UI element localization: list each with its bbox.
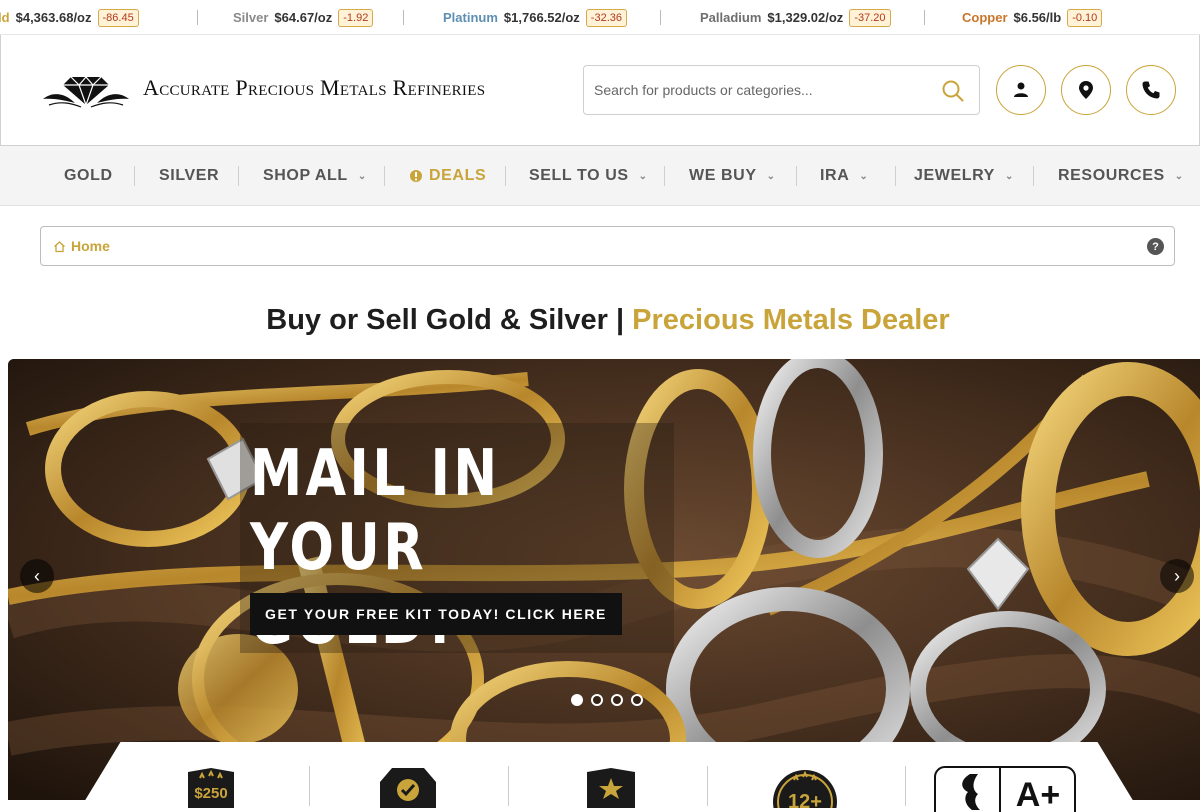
nav-divider — [134, 166, 135, 186]
ticker-divider — [403, 10, 404, 25]
carousel-dot-2[interactable] — [591, 694, 603, 706]
chevron-down-icon: ⌄ — [859, 170, 869, 182]
chevron-down-icon: ⌄ — [638, 170, 648, 182]
nav-divider — [384, 166, 385, 186]
nav-item-label: WE BUY — [689, 167, 757, 184]
years-badge-icon: 12+ — [773, 770, 837, 808]
page-title-accent: Precious Metals Dealer — [632, 304, 950, 336]
ticker-price: $1,329.02/oz — [767, 10, 844, 25]
chevron-down-icon: ⌄ — [766, 170, 776, 182]
carousel-prev-arrow-icon[interactable]: ‹ — [20, 559, 54, 593]
ticker-price: $64.67/oz — [274, 10, 333, 25]
ticker-item-gold[interactable]: Gold $4,363.68/oz -86.45 — [0, 0, 139, 34]
nav-item-label: JEWELRY — [914, 167, 995, 184]
hero-carousel[interactable]: MAIL IN YOUR GOLD! GET YOUR FREE KIT TOD… — [8, 359, 1200, 800]
phone-button[interactable] — [1126, 65, 1176, 115]
carousel-next-arrow-icon[interactable]: › — [1160, 559, 1194, 593]
bbb-rating-icon: A+ — [934, 766, 1076, 812]
page-title-separator: | — [615, 304, 625, 336]
nav-item-label: RESOURCES — [1058, 167, 1165, 184]
nav-item-we-buy[interactable]: WE BUY ⌄ — [689, 146, 776, 206]
trust-badges-strip: $250 12+ A+ — [78, 742, 1140, 812]
ticker-change-badge: -32.36 — [585, 8, 627, 27]
diamond-logo-icon[interactable] — [41, 71, 131, 111]
site-header: Accurate Precious Metals Refineries — [0, 35, 1200, 146]
breadcrumb: Home ? — [40, 226, 1175, 266]
account-button[interactable] — [996, 65, 1046, 115]
chevron-down-icon: ⌄ — [357, 170, 367, 182]
ticker-price: $6.56/lb — [1013, 10, 1062, 25]
search-input[interactable] — [594, 78, 924, 102]
hero-headline-line1: MAIL IN YOUR — [250, 437, 501, 585]
chevron-down-icon: ⌄ — [1174, 170, 1184, 182]
store-locator-button[interactable] — [1061, 65, 1111, 115]
ticker-metal-name: Palladium — [700, 10, 762, 25]
page-title-main: Buy or Sell Gold & Silver — [266, 304, 608, 336]
nav-item-label: DEALS — [429, 167, 487, 184]
breadcrumb-home-label: Home — [71, 238, 110, 254]
carousel-dot-1[interactable] — [571, 694, 583, 706]
nav-item-sell-to-us[interactable]: SELL TO US ⌄ — [529, 146, 648, 206]
deals-badge-icon — [410, 170, 422, 182]
nav-item-label: SELL TO US — [529, 167, 629, 184]
ticker-metal-name: Gold — [0, 10, 10, 25]
carousel-dots — [571, 694, 643, 706]
brand-name[interactable]: Accurate Precious Metals Refineries — [143, 75, 485, 101]
nav-divider — [1033, 166, 1034, 186]
ticker-metal-name: Copper — [962, 10, 1008, 25]
search-icon[interactable] — [941, 79, 965, 103]
phone-icon — [1142, 81, 1160, 99]
badge-250-text: $250 — [194, 785, 227, 802]
ticker-price: $4,363.68/oz — [15, 10, 92, 25]
price-ticker: Gold $4,363.68/oz -86.45 Silver $64.67/oz -1.… — [0, 0, 1200, 35]
ticker-price: $1,766.52/oz — [503, 10, 580, 25]
nav-divider — [895, 166, 896, 186]
user-icon — [1014, 82, 1028, 97]
main-navigation: GOLD SILVER SHOP ALL ⌄ DEALS SELL TO US ⌄ WE BU… — [0, 146, 1200, 206]
nav-divider — [238, 166, 239, 186]
nav-divider — [796, 166, 797, 186]
ticker-change-badge: -86.45 — [97, 8, 139, 27]
nav-item-label: SILVER — [159, 167, 220, 184]
ticker-divider — [660, 10, 661, 25]
ticker-item-platinum[interactable]: Platinum $1,766.52/oz -32.36 — [443, 0, 627, 34]
ticker-change-badge: -1.92 — [338, 8, 374, 27]
shield-250-icon: $250 — [188, 768, 234, 808]
nav-item-resources[interactable]: RESOURCES ⌄ — [1058, 146, 1184, 206]
breadcrumb-home[interactable]: Home — [53, 238, 110, 254]
home-icon — [54, 240, 65, 252]
help-icon[interactable]: ? — [1147, 238, 1164, 255]
ticker-change-badge: -0.10 — [1067, 8, 1103, 27]
nav-item-shop-all[interactable]: SHOP ALL ⌄ — [263, 146, 367, 206]
nav-item-jewelry[interactable]: JEWELRY ⌄ — [914, 146, 1014, 206]
gold-bar-check-icon — [380, 768, 436, 808]
ticker-item-palladium[interactable]: Palladium $1,329.02/oz -37.20 — [700, 0, 891, 34]
nav-item-silver[interactable]: SILVER — [159, 146, 219, 206]
nav-item-gold[interactable]: GOLD — [64, 146, 113, 206]
carousel-dot-3[interactable] — [611, 694, 623, 706]
chevron-down-icon: ⌄ — [1004, 170, 1014, 182]
nav-item-deals[interactable]: DEALS — [409, 146, 486, 206]
ticker-item-copper[interactable]: Copper $6.56/lb -0.10 — [962, 0, 1103, 34]
ticker-metal-name: Silver — [233, 10, 269, 25]
bbb-rating-text: A+ — [1016, 776, 1060, 812]
location-pin-icon — [1079, 81, 1093, 99]
free-kit-cta-button[interactable]: GET YOUR FREE KIT TODAY! CLICK HERE — [250, 593, 622, 635]
nav-item-label: IRA — [820, 167, 850, 184]
carousel-dot-4[interactable] — [631, 694, 643, 706]
page-title: Buy or Sell Gold & Silver | Precious Met… — [0, 304, 1200, 337]
ticker-metal-name: Platinum — [443, 10, 498, 25]
nav-item-ira[interactable]: IRA ⌄ — [820, 146, 868, 206]
search-box — [583, 65, 980, 115]
nav-item-label: SHOP ALL — [263, 167, 348, 184]
star-shield-icon — [587, 768, 635, 808]
nav-divider — [505, 166, 506, 186]
nav-item-label: GOLD — [64, 167, 113, 184]
ticker-divider — [924, 10, 925, 25]
nav-divider — [664, 166, 665, 186]
ticker-divider — [197, 10, 198, 25]
ticker-change-badge: -37.20 — [849, 8, 891, 27]
ticker-item-silver[interactable]: Silver $64.67/oz -1.92 — [233, 0, 374, 34]
